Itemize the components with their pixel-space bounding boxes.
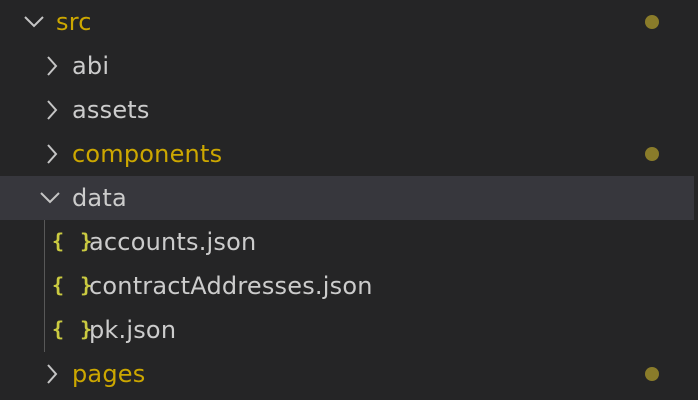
- folder-row-pages[interactable]: pages: [0, 352, 694, 396]
- chevron-down-icon[interactable]: [36, 176, 64, 220]
- chevron-right-icon[interactable]: [38, 88, 66, 132]
- modified-indicator-dot: [645, 147, 659, 161]
- folder-label-src: src: [56, 8, 92, 36]
- chevron-right-icon[interactable]: [38, 44, 66, 88]
- file-row-contract-addresses-json[interactable]: { } contractAddresses.json: [0, 264, 694, 308]
- folder-row-abi[interactable]: abi: [0, 44, 694, 88]
- file-row-accounts-json[interactable]: { } accounts.json: [0, 220, 694, 264]
- folder-row-data[interactable]: data: [0, 176, 694, 220]
- modified-indicator-dot: [645, 367, 659, 381]
- chevron-right-icon[interactable]: [38, 132, 66, 176]
- folder-label-components: components: [72, 140, 223, 168]
- folder-row-src[interactable]: src: [0, 0, 694, 44]
- file-label: pk.json: [89, 316, 177, 344]
- modified-indicator-dot: [645, 15, 659, 29]
- chevron-down-icon[interactable]: [20, 0, 48, 44]
- file-explorer-tree: src abi assets components data { } accou…: [0, 0, 698, 400]
- file-label: accounts.json: [89, 228, 257, 256]
- file-row-pk-json[interactable]: { } pk.json: [0, 308, 694, 352]
- folder-label-pages: pages: [72, 360, 146, 388]
- folder-label-abi: abi: [72, 52, 110, 80]
- file-label: contractAddresses.json: [89, 272, 373, 300]
- folder-label-assets: assets: [72, 96, 150, 124]
- folder-row-components[interactable]: components: [0, 132, 694, 176]
- folder-label-data: data: [72, 184, 127, 212]
- json-icon: { }: [52, 273, 95, 297]
- chevron-right-icon[interactable]: [38, 352, 66, 396]
- folder-row-assets[interactable]: assets: [0, 88, 694, 132]
- json-icon: { }: [52, 229, 95, 253]
- json-icon: { }: [52, 317, 95, 341]
